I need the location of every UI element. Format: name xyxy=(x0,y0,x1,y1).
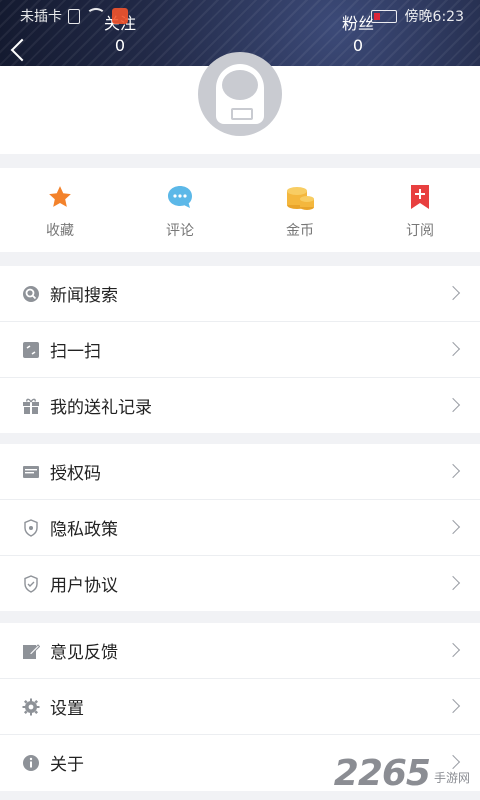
chevron-right-icon xyxy=(445,285,461,301)
site-watermark: 2265 手游网 xyxy=(334,753,470,794)
carrier-text: 未插卡 xyxy=(20,9,62,25)
status-bar: 未插卡 傍晚6:23 xyxy=(0,6,480,28)
shield-icon xyxy=(22,518,40,537)
chevron-right-icon xyxy=(445,642,461,658)
edit-icon xyxy=(22,642,40,660)
menu-label: 新闻搜索 xyxy=(50,286,118,306)
watermark-number: 2265 xyxy=(333,753,431,794)
menu-label: 设置 xyxy=(50,699,84,719)
search-icon xyxy=(22,285,40,303)
chat-bubble-icon xyxy=(165,182,195,212)
menu-feedback[interactable]: 意见反馈 xyxy=(0,623,480,679)
chevron-right-icon xyxy=(445,341,461,357)
menu-label: 用户协议 xyxy=(50,576,118,596)
quick-label: 评论 xyxy=(166,223,194,239)
chevron-right-icon xyxy=(445,463,461,479)
bookmark-plus-icon xyxy=(405,182,435,212)
gift-icon xyxy=(22,397,40,415)
menu-label: 授权码 xyxy=(50,464,101,484)
quick-label: 订阅 xyxy=(406,223,434,239)
wifi-icon xyxy=(86,8,106,24)
sim-icon xyxy=(68,8,80,24)
quick-coins[interactable]: 金币 xyxy=(240,168,360,252)
chevron-right-icon xyxy=(445,397,461,413)
quick-comments[interactable]: 评论 xyxy=(120,168,240,252)
menu-label: 我的送礼记录 xyxy=(50,398,152,418)
menu-gift-records[interactable]: 我的送礼记录 xyxy=(0,378,480,433)
quick-label: 金币 xyxy=(286,223,314,239)
fans-count: 0 xyxy=(352,36,364,55)
ticket-icon xyxy=(22,463,40,481)
battery-icon xyxy=(370,9,397,23)
shield-check-icon xyxy=(22,574,40,593)
star-icon xyxy=(45,182,75,212)
menu-scan[interactable]: 扫一扫 xyxy=(0,322,480,378)
chevron-right-icon xyxy=(445,519,461,535)
avatar[interactable] xyxy=(198,52,282,136)
watermark-text: 手游网 xyxy=(433,771,470,785)
menu-settings[interactable]: 设置 xyxy=(0,679,480,735)
menu-label: 隐私政策 xyxy=(50,520,118,540)
coins-icon xyxy=(285,182,315,212)
menu-privacy-policy[interactable]: 隐私政策 xyxy=(0,500,480,556)
menu-group-1: 新闻搜索 扫一扫 我的送礼记录 xyxy=(0,266,480,433)
menu-user-agreement[interactable]: 用户协议 xyxy=(0,556,480,611)
status-time: 傍晚6:23 xyxy=(404,9,464,25)
menu-label: 关于 xyxy=(50,755,84,775)
astronaut-avatar-icon xyxy=(216,64,264,124)
chevron-right-icon xyxy=(445,575,461,591)
menu-label: 意见反馈 xyxy=(50,643,118,663)
quick-subscribe[interactable]: 订阅 xyxy=(360,168,480,252)
follow-count: 0 xyxy=(114,36,126,55)
app-notification-icon xyxy=(112,8,128,24)
gear-icon xyxy=(22,698,40,716)
menu-label: 扫一扫 xyxy=(50,342,101,362)
profile-card: 立刻登录 xyxy=(0,52,480,154)
quick-label: 收藏 xyxy=(46,223,74,239)
quick-favorites[interactable]: 收藏 xyxy=(0,168,120,252)
chevron-right-icon xyxy=(445,698,461,714)
scan-icon xyxy=(22,341,40,359)
info-icon xyxy=(22,754,40,772)
menu-auth-code[interactable]: 授权码 xyxy=(0,444,480,500)
menu-news-search[interactable]: 新闻搜索 xyxy=(0,266,480,322)
quick-actions: 收藏 评论 金币 订阅 xyxy=(0,168,480,252)
menu-group-2: 授权码 隐私政策 用户协议 xyxy=(0,444,480,611)
